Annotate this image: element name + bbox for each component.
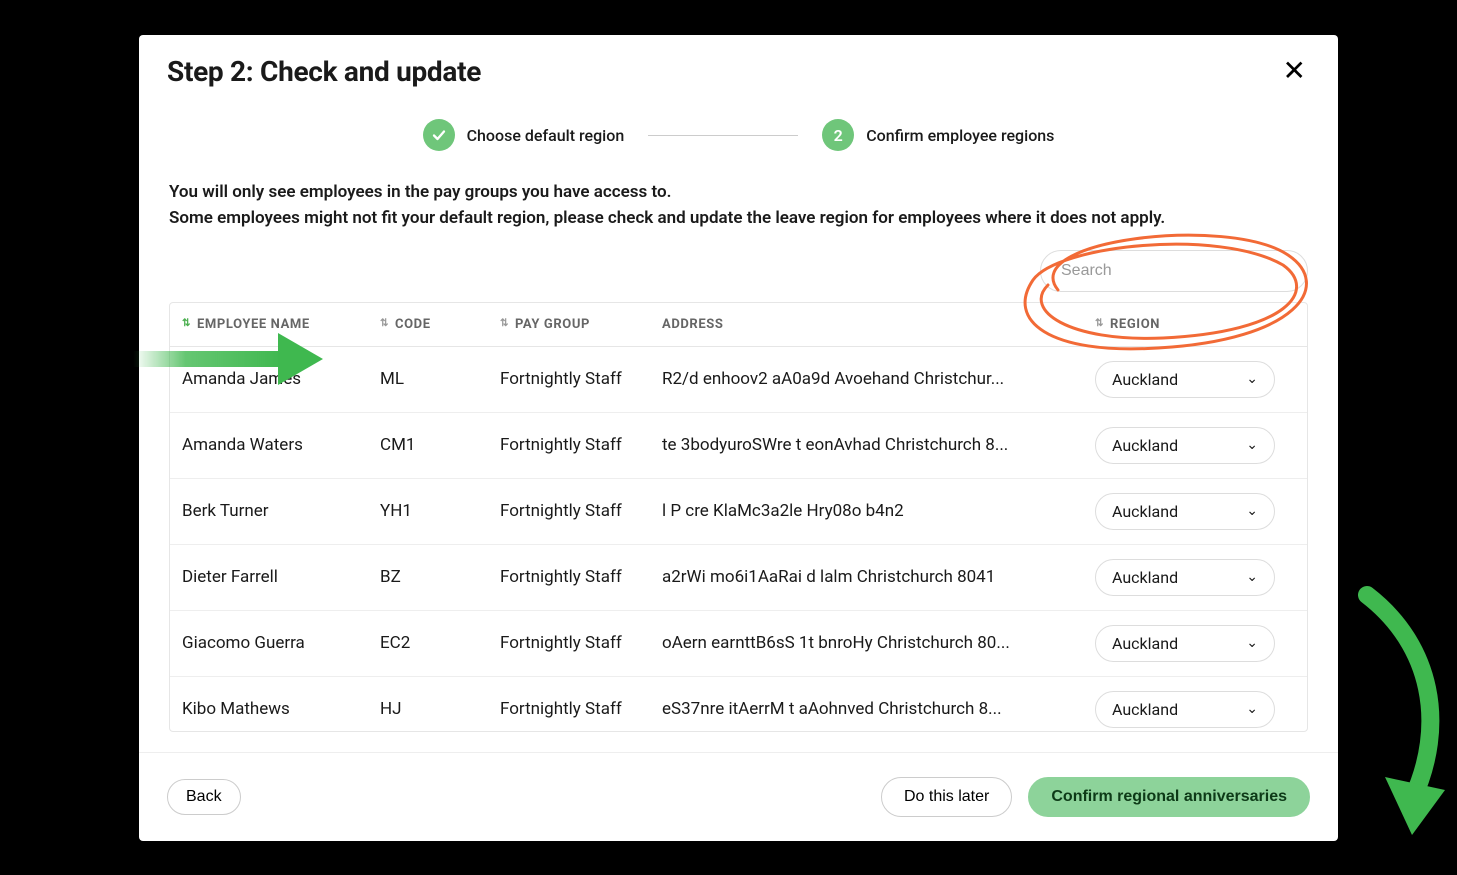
sort-icon: ⇅ <box>1095 319 1104 329</box>
annotation-arrow-right <box>1337 585 1457 845</box>
cell-region: Auckland ⌄ <box>1095 625 1295 662</box>
cell-region: Auckland ⌄ <box>1095 361 1295 398</box>
region-select-value: Auckland <box>1112 436 1178 455</box>
step-connector <box>648 135 798 136</box>
cell-employee-name: Giacomo Guerra <box>182 633 380 653</box>
cell-region: Auckland ⌄ <box>1095 559 1295 596</box>
column-header-paygroup-label: PAY GROUP <box>515 317 590 332</box>
chevron-down-icon: ⌄ <box>1246 635 1258 651</box>
instructions-line-1: You will only see employees in the pay g… <box>169 179 1308 205</box>
region-select-value: Auckland <box>1112 370 1178 389</box>
instructions-line-2: Some employees might not fit your defaul… <box>169 205 1308 231</box>
cell-address: te 3bodyuroSWre t eonAvhad Christchurch … <box>662 435 1095 455</box>
modal-header: Step 2: Check and update ✕ <box>139 35 1338 99</box>
step-2-label: Confirm employee regions <box>866 126 1054 145</box>
back-button[interactable]: Back <box>167 779 241 815</box>
cell-region: Auckland ⌄ <box>1095 427 1295 464</box>
cell-employee-name: Dieter Farrell <box>182 567 380 587</box>
table-row: Amanda WatersCM1Fortnightly Staffte 3bod… <box>170 413 1307 479</box>
close-button[interactable]: ✕ <box>1279 53 1310 89</box>
cell-address: l P cre KlaMc3a2le Hry08o b4n2 <box>662 501 1095 521</box>
table-body[interactable]: Amanda JamesMLFortnightly StaffR2/d enho… <box>170 347 1307 731</box>
region-select[interactable]: Auckland ⌄ <box>1095 493 1275 530</box>
step-1: Choose default region <box>423 119 625 151</box>
region-select-value: Auckland <box>1112 502 1178 521</box>
table-row: Amanda JamesMLFortnightly StaffR2/d enho… <box>170 347 1307 413</box>
cell-address: R2/d enhoov2 aA0a9d Avoehand Christchur.… <box>662 369 1095 389</box>
cell-paygroup: Fortnightly Staff <box>500 435 662 455</box>
table-row: Dieter FarrellBZFortnightly Staffa2rWi m… <box>170 545 1307 611</box>
column-header-address-label: ADDRESS <box>662 317 723 332</box>
cell-employee-name: Berk Turner <box>182 501 380 521</box>
table-row: Berk TurnerYH1Fortnightly Staffl P cre K… <box>170 479 1307 545</box>
region-select[interactable]: Auckland ⌄ <box>1095 559 1275 596</box>
chevron-down-icon: ⌄ <box>1246 503 1258 519</box>
cell-code: BZ <box>380 567 500 587</box>
column-header-region-label: REGION <box>1110 317 1160 332</box>
cell-employee-name: Kibo Mathews <box>182 699 380 719</box>
cell-paygroup: Fortnightly Staff <box>500 633 662 653</box>
step-2: 2 Confirm employee regions <box>822 119 1054 151</box>
region-select-value: Auckland <box>1112 700 1178 719</box>
instructions: You will only see employees in the pay g… <box>139 179 1338 250</box>
footer-right: Do this later Confirm regional anniversa… <box>881 777 1310 817</box>
close-icon: ✕ <box>1283 55 1306 86</box>
chevron-down-icon: ⌄ <box>1246 569 1258 585</box>
region-select-value: Auckland <box>1112 634 1178 653</box>
cell-code: YH1 <box>380 501 500 521</box>
chevron-down-icon: ⌄ <box>1246 701 1258 717</box>
cell-paygroup: Fortnightly Staff <box>500 501 662 521</box>
sort-icon: ⇅ <box>380 319 389 329</box>
table-header-row: ⇅ EMPLOYEE NAME ⇅ CODE ⇅ PAY GROUP ADDRE… <box>170 303 1307 347</box>
employee-table: ⇅ EMPLOYEE NAME ⇅ CODE ⇅ PAY GROUP ADDRE… <box>169 302 1308 732</box>
column-header-paygroup[interactable]: ⇅ PAY GROUP <box>500 317 662 332</box>
search-row <box>139 250 1338 302</box>
cell-address: a2rWi mo6i1AaRai d lalm Christchurch 804… <box>662 567 1095 587</box>
sort-icon: ⇅ <box>500 319 509 329</box>
column-header-region[interactable]: ⇅ REGION <box>1095 317 1295 332</box>
chevron-down-icon: ⌄ <box>1246 371 1258 387</box>
modal-footer: Back Do this later Confirm regional anni… <box>139 752 1338 841</box>
step-2-number: 2 <box>822 119 854 151</box>
cell-employee-name: Amanda James <box>182 369 380 389</box>
chevron-down-icon: ⌄ <box>1246 437 1258 453</box>
cell-employee-name: Amanda Waters <box>182 435 380 455</box>
stepper: Choose default region 2 Confirm employee… <box>139 99 1338 179</box>
column-header-name-label: EMPLOYEE NAME <box>197 317 310 332</box>
do-this-later-button[interactable]: Do this later <box>881 777 1012 817</box>
cell-paygroup: Fortnightly Staff <box>500 699 662 719</box>
cell-address: oAern earnttB6sS 1t bnroHy Christchurch … <box>662 633 1095 653</box>
confirm-button[interactable]: Confirm regional anniversaries <box>1028 777 1310 817</box>
cell-address: eS37nre itAerrM t aAohnved Christchurch … <box>662 699 1095 719</box>
cell-region: Auckland ⌄ <box>1095 691 1295 728</box>
region-select[interactable]: Auckland ⌄ <box>1095 427 1275 464</box>
region-select[interactable]: Auckland ⌄ <box>1095 691 1275 728</box>
region-select[interactable]: Auckland ⌄ <box>1095 361 1275 398</box>
column-header-code[interactable]: ⇅ CODE <box>380 317 500 332</box>
cell-code: HJ <box>380 699 500 719</box>
region-select[interactable]: Auckland ⌄ <box>1095 625 1275 662</box>
cell-paygroup: Fortnightly Staff <box>500 369 662 389</box>
cell-code: ML <box>380 369 500 389</box>
cell-code: CM1 <box>380 435 500 455</box>
modal-step2-check-update: Step 2: Check and update ✕ Choose defaul… <box>139 35 1338 841</box>
cell-paygroup: Fortnightly Staff <box>500 567 662 587</box>
sort-icon: ⇅ <box>182 319 191 329</box>
column-header-code-label: CODE <box>395 317 431 332</box>
check-icon <box>423 119 455 151</box>
table-row: Kibo MathewsHJFortnightly StaffeS37nre i… <box>170 677 1307 731</box>
cell-region: Auckland ⌄ <box>1095 493 1295 530</box>
step-1-label: Choose default region <box>467 126 625 145</box>
column-header-address: ADDRESS <box>662 317 1095 332</box>
modal-title: Step 2: Check and update <box>167 55 481 88</box>
cell-code: EC2 <box>380 633 500 653</box>
search-input[interactable] <box>1040 250 1308 292</box>
region-select-value: Auckland <box>1112 568 1178 587</box>
table-row: Giacomo GuerraEC2Fortnightly StaffoAern … <box>170 611 1307 677</box>
column-header-name[interactable]: ⇅ EMPLOYEE NAME <box>182 317 380 332</box>
